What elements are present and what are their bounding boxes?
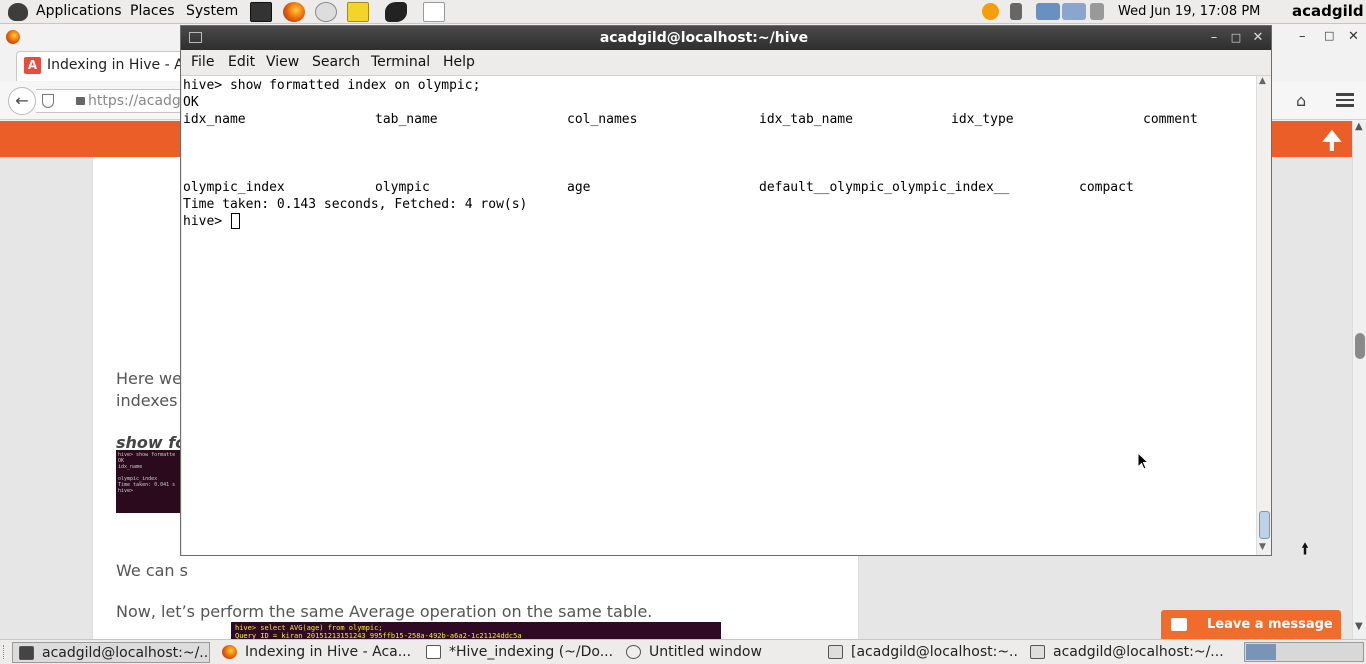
terminal-prompt: hive>	[183, 214, 230, 229]
taskbar-item-terminal-2[interactable]: [acadgild@localhost:~...	[822, 642, 1018, 663]
workspace-active-icon[interactable]	[1246, 644, 1276, 660]
article-text-line: We can s	[116, 561, 188, 580]
index-row-cell: compact	[1079, 180, 1134, 195]
menu-help[interactable]: Help	[443, 54, 475, 70]
index-row-cell: olympic	[375, 180, 430, 195]
column-header: col_names	[567, 112, 638, 127]
system-menu[interactable]: System	[186, 0, 238, 24]
gnome-foot-icon[interactable]	[8, 3, 28, 21]
terminal-title: acadgild@localhost:~/hive	[599, 30, 809, 46]
firefox-maximize-icon[interactable]: □	[1324, 29, 1334, 42]
scroll-up-arrow-icon[interactable]: ▲	[1355, 121, 1363, 132]
terminal-icon	[1030, 645, 1045, 659]
taskbar-item-label: acadgild@localhost:~/...	[1053, 644, 1224, 660]
firefox-launcher-icon[interactable]	[283, 2, 305, 22]
terminal-icon	[828, 645, 843, 659]
terminal-output[interactable]: hive> show formatted index on olympic; O…	[182, 76, 1256, 555]
text-editor-launcher-icon[interactable]	[347, 2, 369, 22]
taskbar-item-text-editor[interactable]: *Hive_indexing (~/Do...	[420, 642, 616, 663]
taskbar: acadgild@localhost:~/... Indexing in Hiv…	[0, 639, 1366, 664]
column-header: comment	[1143, 112, 1198, 127]
username[interactable]: acadgild	[1292, 0, 1364, 24]
taskbar-item-label: *Hive_indexing (~/Do...	[449, 644, 614, 660]
update-sun-icon[interactable]	[982, 3, 999, 20]
terminal-menubar: File Edit View Search Terminal Help	[181, 50, 1271, 76]
close-icon[interactable]: ✕	[1248, 26, 1268, 50]
scroll-down-arrow-icon[interactable]: ▼	[1355, 621, 1363, 632]
article-paragraph: Now, let’s perform the same Average oper…	[116, 602, 653, 621]
terminal-time-line: Time taken: 0.143 seconds, Fetched: 4 ro…	[183, 197, 528, 212]
places-menu[interactable]: Places	[130, 0, 175, 24]
column-header: idx_tab_name	[759, 112, 853, 127]
window-icon	[626, 645, 641, 659]
orca-launcher-icon[interactable]	[385, 2, 407, 22]
column-header: idx_type	[951, 112, 1014, 127]
index-row-cell: olympic_index	[183, 180, 285, 195]
leave-message-label: Leave a message	[1207, 617, 1333, 632]
top-panel: Applications Places System Wed Jun 19, 1…	[0, 0, 1366, 24]
index-row-cell: default__olympic_olympic_index__	[759, 180, 1010, 195]
terminal-cursor	[231, 213, 240, 229]
article-text-line: Here we	[116, 369, 182, 388]
firefox-app-icon	[6, 30, 20, 44]
terminal-window: acadgild@localhost:~/hive – □ ✕ File Edi…	[180, 25, 1272, 556]
show-desktop-icon[interactable]	[3, 645, 9, 659]
column-header: idx_name	[183, 112, 246, 127]
menu-edit[interactable]: Edit	[228, 54, 255, 70]
browser-tab[interactable]: A Indexing in Hive - Ac	[16, 51, 196, 81]
taskbar-item-label: [acadgild@localhost:~...	[851, 644, 1018, 660]
browser-tab-title: Indexing in Hive - Ac	[47, 57, 192, 73]
network-secondary-icon[interactable]	[1062, 3, 1086, 20]
menu-terminal[interactable]: Terminal	[371, 54, 430, 70]
page-scrollbar[interactable]: ▲ ▼	[1352, 121, 1366, 639]
menu-file[interactable]: File	[191, 54, 214, 70]
firefox-icon	[222, 645, 237, 659]
network-icon[interactable]	[1036, 3, 1060, 20]
mouse-pointer-icon	[1137, 452, 1149, 470]
page-scrollbar-thumb[interactable]	[1355, 333, 1365, 359]
applications-menu[interactable]: Applications	[36, 0, 122, 24]
index-row-cell: age	[567, 180, 591, 195]
terminal-icon	[19, 646, 34, 660]
taskbar-item-label: Indexing in Hive - Aca...	[245, 644, 412, 660]
volume-icon[interactable]	[1010, 3, 1022, 20]
leave-message-button[interactable]: Leave a message	[1161, 610, 1341, 640]
url-bar[interactable]: https://acadgi	[36, 89, 186, 113]
text-editor-icon	[426, 645, 441, 659]
firefox-close-icon[interactable]: ✕	[1348, 29, 1359, 44]
minimize-icon[interactable]: –	[1204, 26, 1224, 50]
column-header: tab_name	[375, 112, 438, 127]
notes-launcher-icon[interactable]	[423, 2, 445, 22]
taskbar-item-untitled-window[interactable]: Untitled window	[620, 642, 816, 663]
scroll-to-top-button[interactable]: 🠙	[1290, 534, 1320, 564]
taskbar-item-label: Untitled window	[649, 644, 762, 660]
home-icon[interactable]: ⌂	[1296, 91, 1306, 110]
acadgild-favicon-icon: A	[24, 57, 41, 74]
firefox-minimize-icon[interactable]: –	[1299, 29, 1306, 44]
mail-launcher-icon[interactable]	[315, 2, 337, 22]
mail-icon	[1171, 618, 1187, 631]
taskbar-item-terminal-3[interactable]: acadgild@localhost:~/...	[1024, 642, 1240, 663]
scroll-up-arrow-icon[interactable]: ▲	[1259, 76, 1266, 86]
taskbar-item-terminal[interactable]: acadgild@localhost:~/...	[12, 642, 210, 663]
lock-icon[interactable]	[76, 97, 85, 105]
hamburger-menu-icon[interactable]	[1336, 90, 1354, 110]
terminal-launcher-icon[interactable]	[250, 2, 272, 22]
terminal-scrollbar-thumb[interactable]	[1259, 511, 1270, 539]
terminal-ok-line: OK	[183, 95, 199, 110]
back-button[interactable]: ←	[8, 87, 36, 115]
menu-search[interactable]: Search	[312, 54, 360, 70]
terminal-titlebar[interactable]: acadgild@localhost:~/hive – □ ✕	[181, 26, 1271, 50]
scroll-down-arrow-icon[interactable]: ▼	[1259, 542, 1266, 552]
maximize-icon[interactable]: □	[1226, 26, 1246, 50]
clock[interactable]: Wed Jun 19, 17:08 PM	[1118, 0, 1260, 24]
battery-icon[interactable]	[1090, 3, 1104, 20]
taskbar-item-label: acadgild@localhost:~/...	[42, 645, 210, 661]
shield-icon[interactable]	[42, 94, 54, 108]
terminal-scrollbar[interactable]: ▲ ▼	[1256, 76, 1271, 555]
menu-view[interactable]: View	[266, 54, 299, 70]
terminal-command-line: hive> show formatted index on olympic;	[183, 78, 481, 93]
taskbar-item-firefox[interactable]: Indexing in Hive - Aca...	[216, 642, 414, 663]
